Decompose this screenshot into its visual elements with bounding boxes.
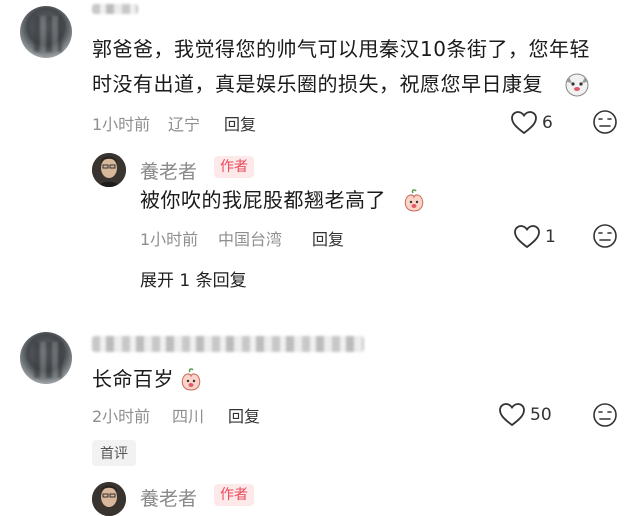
- commenter-avatar[interactable]: [20, 6, 72, 58]
- author-portrait-icon: [92, 153, 126, 187]
- commenter-name-blurred[interactable]: [92, 336, 364, 352]
- commenter-avatar[interactable]: [20, 332, 72, 384]
- peach-emoji-icon: [404, 189, 424, 212]
- comment-time: 2小时前: [92, 407, 151, 426]
- comment-location: 辽宁: [168, 115, 201, 134]
- dislike-face-icon[interactable]: [592, 223, 618, 249]
- reply-button[interactable]: 回复: [228, 403, 260, 427]
- reply-location: 中国台湾: [218, 230, 283, 249]
- first-comment-badge: 首评: [92, 440, 136, 466]
- author-tag: 作者: [214, 484, 254, 506]
- comment-time: 1小时前: [92, 115, 151, 134]
- reply-button[interactable]: 回复: [224, 111, 256, 135]
- comment-location: 四川: [172, 407, 205, 426]
- reply-text: 被你吹的我屁股都翘老高了: [140, 188, 386, 212]
- like-count: 50: [530, 405, 552, 425]
- reply-button[interactable]: 回复: [312, 226, 344, 250]
- comment-text: 长命百岁: [92, 367, 174, 391]
- husky-emoji-icon: [565, 73, 589, 97]
- author-avatar[interactable]: [92, 153, 126, 187]
- like-count: 6: [542, 113, 553, 133]
- peach-emoji-icon: [181, 368, 201, 391]
- heart-icon[interactable]: [498, 402, 526, 428]
- comment-text-line1: 郭爸爸，我觉得您的帅气可以甩秦汉10条街了，您年轻: [92, 37, 590, 61]
- expand-replies-link[interactable]: 展开 1 条回复: [140, 266, 247, 291]
- reply-time: 1小时前: [140, 230, 199, 249]
- heart-icon[interactable]: [513, 224, 541, 250]
- dislike-face-icon[interactable]: [592, 109, 618, 135]
- author-tag: 作者: [214, 156, 254, 178]
- author-name[interactable]: 養老者: [140, 484, 197, 511]
- commenter-name-blurred[interactable]: [92, 4, 138, 14]
- like-count: 1: [545, 227, 556, 247]
- author-avatar[interactable]: [92, 482, 126, 516]
- comment-text-line2: 时没有出道，真是娱乐圈的损失，祝愿您早日康复: [92, 72, 543, 96]
- author-portrait-icon: [92, 482, 126, 516]
- dislike-face-icon[interactable]: [592, 402, 618, 428]
- author-name[interactable]: 養老者: [140, 157, 197, 184]
- heart-icon[interactable]: [510, 110, 538, 136]
